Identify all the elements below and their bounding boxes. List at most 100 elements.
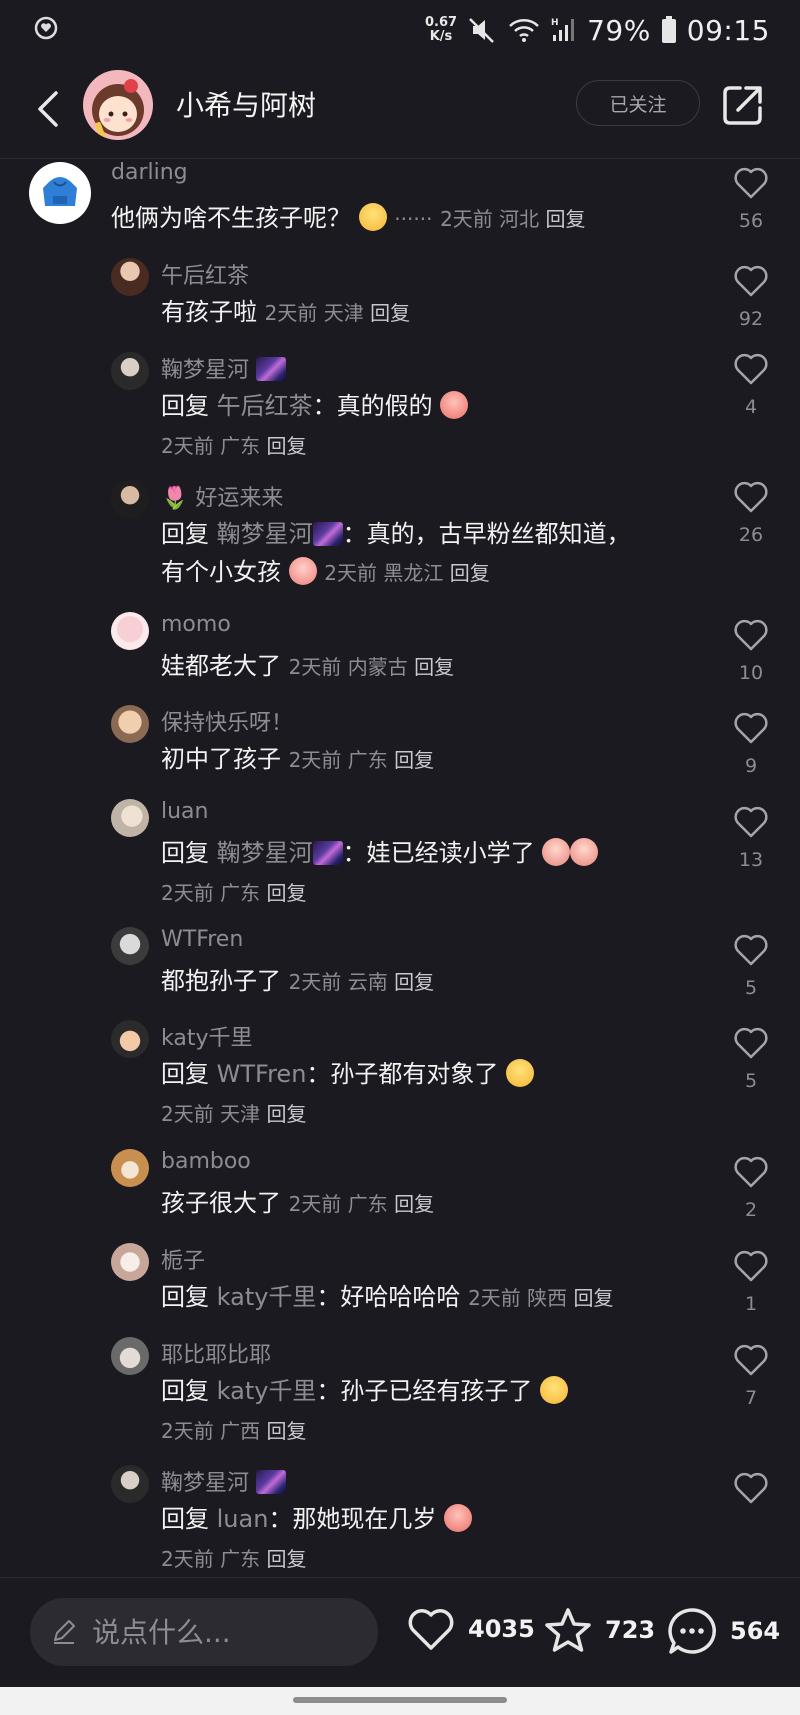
comment-time: 2天前 xyxy=(288,655,342,679)
reply-item[interactable]: luan 回复 鞠梦星河 ：娃已经读小学了 2天前 广东 回复 13 xyxy=(0,799,800,909)
reply-item[interactable]: 鞠梦星河 回复 luan：那她现在几岁 2天前 广东 回复 xyxy=(0,1465,800,1575)
home-indicator[interactable] xyxy=(293,1697,507,1703)
avatar[interactable] xyxy=(111,1020,149,1058)
like-button[interactable]: 9 xyxy=(730,711,772,777)
avatar[interactable] xyxy=(111,799,149,837)
comment-username[interactable]: luan xyxy=(161,799,208,824)
like-button[interactable]: 5 xyxy=(730,933,772,999)
like-button[interactable]: 56 xyxy=(730,166,772,232)
mute-icon xyxy=(469,18,494,43)
comment-body: 回复 鞠梦星河 ：真的，古早粉丝都知道， xyxy=(161,518,631,550)
like-button[interactable]: 5 xyxy=(730,1026,772,1092)
comment-input-box[interactable] xyxy=(30,1598,378,1666)
comment-username[interactable]: 鞠梦星河 xyxy=(161,1465,287,1497)
comment-username[interactable]: WTFren xyxy=(161,927,243,952)
comment-username[interactable]: bamboo xyxy=(161,1149,251,1174)
avatar[interactable] xyxy=(111,258,149,296)
heart-outline-icon xyxy=(734,353,768,385)
reply-button[interactable]: 回复 xyxy=(394,1192,434,1216)
comment-input[interactable] xyxy=(92,1615,352,1649)
avatar[interactable] xyxy=(111,705,149,743)
like-button[interactable]: 10 xyxy=(730,618,772,684)
reply-item[interactable]: WTFren 都抱孙子了 2天前 云南 回复 5 xyxy=(0,927,800,1007)
like-button[interactable]: 92 xyxy=(730,264,772,330)
like-button[interactable] xyxy=(730,1471,772,1509)
comment-location: 天津 xyxy=(220,1102,261,1126)
like-count: 92 xyxy=(738,308,764,330)
reply-target-username[interactable]: luan xyxy=(217,1505,269,1533)
reply-button[interactable]: 回复 xyxy=(414,655,454,679)
reply-item[interactable]: 耶比耶比耶 回复 katy千里：孙子已经有孩子了 2天前 广西 回复 7 xyxy=(0,1337,800,1447)
share-button[interactable] xyxy=(720,82,766,128)
avatar[interactable] xyxy=(111,612,149,650)
reply-item[interactable]: 🌷 好运来来 回复 鞠梦星河 ：真的，古早粉丝都知道， 有个小女孩 2天前 黑龙江… xyxy=(0,480,800,598)
like-button[interactable]: 1 xyxy=(730,1249,772,1315)
reply-target-username[interactable]: 鞠梦星河 xyxy=(217,839,313,867)
cartoon-girl-avatar-icon xyxy=(83,70,153,140)
comment-time: 2天前 xyxy=(288,970,342,994)
comment-username[interactable]: 🌷 好运来来 xyxy=(161,480,283,512)
reply-button[interactable]: 回复 xyxy=(450,561,490,585)
author-avatar[interactable] xyxy=(83,70,153,140)
reply-target-username[interactable]: katy千里 xyxy=(217,1377,317,1405)
reply-target-username[interactable]: katy千里 xyxy=(217,1283,317,1311)
reply-prefix: 回复 xyxy=(161,839,209,867)
reply-item[interactable]: momo 娃都老大了 2天前 内蒙古 回复 10 xyxy=(0,612,800,692)
comment-item[interactable]: darling 他俩为啥不生孩子呢？ ······ 2天前 河北 回复 56 xyxy=(0,160,800,250)
reply-button[interactable]: 回复 xyxy=(370,301,410,325)
reply-button[interactable]: 回复 xyxy=(574,1286,614,1310)
comment-username[interactable]: darling xyxy=(111,160,188,185)
reply-item[interactable]: 保持快乐呀！ 初中了孩子 2天前 广东 回复 9 xyxy=(0,705,800,785)
avatar[interactable] xyxy=(111,1149,149,1187)
avatar[interactable] xyxy=(111,1465,149,1503)
avatar[interactable] xyxy=(111,1337,149,1375)
avatar[interactable] xyxy=(111,1243,149,1281)
avatar[interactable] xyxy=(111,927,149,965)
like-button[interactable]: 26 xyxy=(730,480,772,546)
bottom-action-bar: 4035 723 564 xyxy=(0,1577,800,1687)
reply-item[interactable]: katy千里 回复 WTFren：孙子都有对象了 2天前 天津 回复 5 xyxy=(0,1020,800,1130)
reply-item[interactable]: 栀子 回复 katy千里：好哈哈哈哈 2天前 陕西 回复 1 xyxy=(0,1243,800,1323)
reply-button[interactable]: 回复 xyxy=(266,1547,306,1571)
reply-button[interactable]: 回复 xyxy=(266,434,306,458)
comment-username[interactable]: katy千里 xyxy=(161,1020,252,1052)
avatar[interactable] xyxy=(29,162,91,224)
avatar[interactable] xyxy=(111,352,149,390)
like-action[interactable]: 4035 xyxy=(406,1606,535,1652)
reply-target-username[interactable]: WTFren xyxy=(217,1060,307,1088)
comment-username[interactable]: momo xyxy=(161,612,231,637)
svg-text:H: H xyxy=(551,18,559,28)
reply-item[interactable]: 午后红茶 有孩子啦 2天前 天津 回复 92 xyxy=(0,258,800,338)
reply-target-username[interactable]: 鞠梦星河 xyxy=(217,520,313,548)
comment-username[interactable]: 耶比耶比耶 xyxy=(161,1337,271,1369)
reply-button[interactable]: 回复 xyxy=(394,748,434,772)
like-count: 13 xyxy=(738,849,764,871)
reply-button[interactable]: 回复 xyxy=(266,881,306,905)
like-button[interactable]: 4 xyxy=(730,352,772,418)
reply-button[interactable]: 回复 xyxy=(546,207,586,231)
favorite-action[interactable]: 723 xyxy=(543,1606,655,1654)
tulip-icon: 🌷 xyxy=(161,486,189,511)
comment-text: ：孙子已经有孩子了 xyxy=(316,1377,533,1405)
comment-username[interactable]: 栀子 xyxy=(161,1243,205,1275)
heart-outline-icon xyxy=(734,1472,768,1504)
reply-button[interactable]: 回复 xyxy=(266,1419,306,1443)
reply-item[interactable]: bamboo 孩子很大了 2天前 广东 回复 2 xyxy=(0,1149,800,1229)
comment-username[interactable]: 鞠梦星河 xyxy=(161,352,287,384)
reply-item[interactable]: 鞠梦星河 回复 午后红茶：真的假的 2天前 广东 回复 4 xyxy=(0,352,800,462)
avatar[interactable] xyxy=(111,480,149,518)
follow-button[interactable]: 已关注 xyxy=(576,80,700,126)
comment-username[interactable]: 保持快乐呀！ xyxy=(161,705,293,737)
like-button[interactable]: 2 xyxy=(730,1155,772,1221)
comment-username[interactable]: 午后红茶 xyxy=(161,258,249,290)
like-button[interactable]: 13 xyxy=(730,805,772,871)
status-bar: 0.67 K/s H 79% 09:15 xyxy=(0,0,800,60)
share-icon xyxy=(723,86,762,125)
reply-button[interactable]: 回复 xyxy=(266,1102,306,1126)
reply-target-username[interactable]: 午后红茶 xyxy=(217,392,313,420)
crying-face-emoji-icon xyxy=(542,838,571,866)
like-button[interactable]: 7 xyxy=(730,1343,772,1409)
reply-button[interactable]: 回复 xyxy=(394,970,434,994)
comment-action[interactable]: 564 xyxy=(666,1606,780,1656)
back-button[interactable] xyxy=(22,82,76,136)
